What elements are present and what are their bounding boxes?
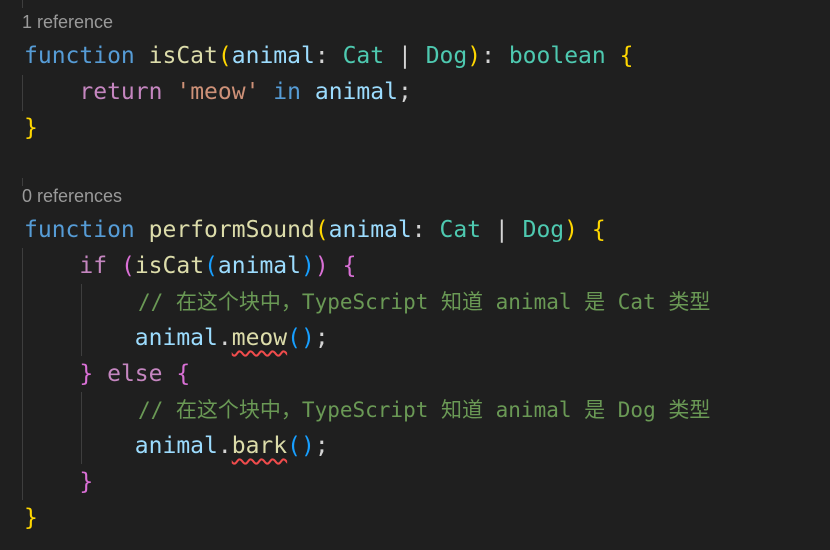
bracket: ( — [204, 253, 218, 279]
code-line-7: animal.meow(); — [24, 320, 329, 356]
bracket: ( — [217, 43, 232, 69]
bracket: ( — [287, 325, 301, 351]
brace: { — [176, 361, 191, 387]
code-line-3: } — [24, 110, 38, 146]
brace: } — [24, 115, 38, 141]
code-comment: // 在这个块中，TypeScript 知道 animal 是 Dog 类型 — [138, 398, 711, 422]
bracket: ) — [301, 253, 315, 279]
string-literal: 'meow' — [176, 79, 260, 105]
semicolon: ; — [314, 433, 329, 459]
operator: in — [273, 79, 301, 105]
codelens-references[interactable]: 1 reference — [22, 10, 113, 34]
bracket: ) — [300, 325, 315, 351]
code-line-10: animal.bark(); — [24, 428, 329, 464]
indent-guide-top — [22, 0, 23, 8]
brace: } — [79, 361, 94, 387]
punctuation: : — [411, 217, 426, 243]
code-line-11: } — [24, 464, 93, 500]
brace: { — [342, 253, 357, 279]
brace: { — [619, 43, 634, 69]
bracket: ( — [120, 253, 135, 279]
identifier: animal — [314, 79, 398, 105]
code-line-5: if (isCat(animal)) { — [24, 248, 356, 284]
code-line-4: function performSound(animal: Cat | Dog)… — [24, 212, 606, 248]
method-call-error[interactable]: bark — [232, 433, 287, 459]
type: Dog — [425, 43, 468, 69]
codelens-references[interactable]: 0 references — [22, 184, 122, 208]
punctuation: : — [314, 43, 329, 69]
keyword: return — [79, 79, 163, 105]
bracket: ) — [300, 433, 315, 459]
indent-guide — [22, 75, 23, 111]
brace: } — [79, 469, 94, 495]
keyword: else — [107, 361, 163, 387]
semicolon: ; — [397, 79, 412, 105]
keyword: function — [24, 217, 135, 243]
bracket: ) — [564, 217, 579, 243]
punctuation: . — [217, 433, 232, 459]
keyword: function — [24, 43, 135, 69]
identifier: animal — [217, 253, 302, 279]
indent-guide — [22, 248, 23, 500]
type: Dog — [522, 217, 565, 243]
semicolon: ; — [314, 325, 329, 351]
code-comment: // 在这个块中，TypeScript 知道 animal 是 Cat 类型 — [138, 290, 711, 314]
function-call: isCat — [134, 253, 205, 279]
bracket: ) — [467, 43, 482, 69]
return-type: boolean — [508, 43, 606, 69]
brace: } — [24, 505, 38, 531]
function-name: performSound — [148, 217, 315, 243]
parameter: animal — [231, 43, 315, 69]
union-operator: | — [494, 217, 509, 243]
code-line-8: } else { — [24, 356, 190, 392]
identifier: animal — [134, 433, 218, 459]
brace: { — [591, 217, 606, 243]
bracket: ( — [314, 217, 329, 243]
parameter: animal — [328, 217, 412, 243]
bracket: ( — [287, 433, 301, 459]
code-editor[interactable]: 1 reference function isCat(animal: Cat |… — [0, 0, 830, 550]
code-line-1: function isCat(animal: Cat | Dog): boole… — [24, 38, 633, 74]
code-line-2: return 'meow' in animal; — [24, 74, 412, 110]
punctuation: : — [481, 43, 495, 69]
type: Cat — [342, 43, 385, 69]
punctuation: . — [217, 325, 232, 351]
keyword: if — [79, 253, 108, 279]
union-operator: | — [397, 43, 412, 69]
bracket: ) — [314, 253, 329, 279]
function-name: isCat — [148, 43, 218, 69]
identifier: animal — [134, 325, 218, 351]
code-line-12: } — [24, 500, 38, 536]
type: Cat — [439, 217, 482, 243]
method-call-error[interactable]: meow — [232, 325, 287, 351]
